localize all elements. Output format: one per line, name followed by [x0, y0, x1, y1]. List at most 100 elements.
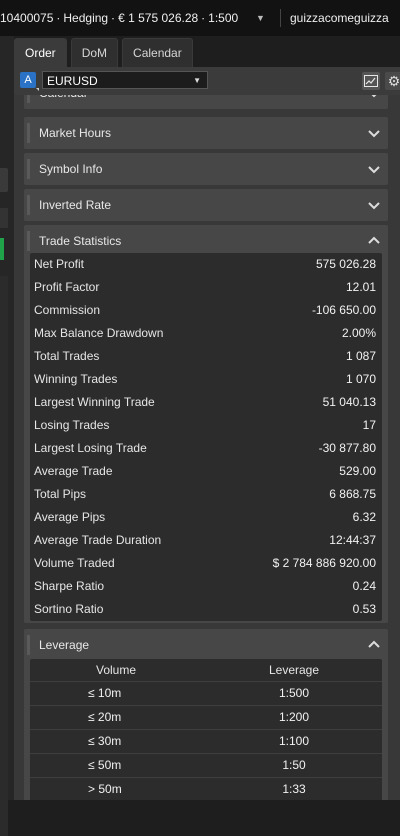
table-row: Average Trade Duration 12:44:37 [30, 529, 382, 552]
section-calendar[interactable]: Calendar [24, 95, 388, 109]
table-row: Commission -106 650.00 [30, 299, 382, 322]
stat-label: Average Trade Duration [34, 533, 162, 547]
section-leverage: Leverage Volume Leverage ≤ 10m 1:500 ≤ 20m… [24, 629, 388, 800]
section-grip [27, 123, 30, 143]
leverage-cell: 1:500 [278, 686, 310, 700]
section-market-hours[interactable]: Market Hours [24, 117, 388, 149]
leverage-cell: 1:100 [278, 734, 310, 748]
stat-value: 12:44:37 [329, 533, 376, 547]
stat-value: 6 868.75 [329, 487, 376, 501]
stat-label: Total Trades [34, 349, 100, 363]
divider [280, 9, 281, 27]
caret-down-icon: ▼ [193, 76, 201, 85]
stat-value: -106 650.00 [311, 303, 376, 317]
stat-label: Max Balance Drawdown [34, 326, 164, 340]
table-row: Net Profit 575 026.28 [30, 253, 382, 276]
chevron-down-icon[interactable] [368, 199, 380, 211]
table-row: ≤ 30m 1:100 [30, 729, 382, 753]
section-grip [27, 231, 30, 251]
stat-label: Volume Traded [34, 556, 115, 570]
chevron-up-icon[interactable] [368, 639, 380, 651]
stat-value: 51 040.13 [322, 395, 376, 409]
stat-value: 575 026.28 [315, 257, 376, 271]
table-row: Volume Traded $ 2 784 886 920.00 [30, 552, 382, 575]
chevron-down-icon[interactable] [368, 163, 380, 175]
left-panel-item [0, 208, 8, 228]
leverage-header-row: Volume Leverage [30, 659, 382, 681]
stat-label: Largest Losing Trade [34, 441, 147, 455]
table-row: Losing Trades 17 [30, 414, 382, 437]
stat-value: 6.32 [352, 510, 376, 524]
left-panel-body [0, 276, 8, 836]
section-grip [27, 195, 30, 215]
caret-down-icon[interactable]: ▼ [256, 0, 265, 36]
account-summary[interactable]: 10400075 ∙ Hedging ∙ € 1 575 026.28 ∙ 1:… [0, 0, 238, 36]
tab-calendar[interactable]: Calendar [122, 38, 193, 67]
section-inverted-rate[interactable]: Inverted Rate [24, 189, 388, 221]
leverage-cell: 1:200 [278, 710, 310, 724]
stat-label: Profit Factor [34, 280, 100, 294]
table-row: ≤ 20m 1:200 [30, 705, 382, 729]
symbol-name: EURUSD [47, 74, 98, 88]
section-symbol-info[interactable]: Symbol Info [24, 153, 388, 185]
tab-dom[interactable]: DoM [70, 38, 119, 67]
symbol-bar: A EURUSD ▼ ⚙ [14, 67, 400, 95]
left-panel-edge [0, 36, 14, 836]
column-header-volume: Volume [95, 663, 137, 677]
table-row: Winning Trades 1 070 [30, 368, 382, 391]
section-title: Calendar [39, 95, 88, 109]
table-row: Total Pips 6 868.75 [30, 483, 382, 506]
top-bar: 10400075 ∙ Hedging ∙ € 1 575 026.28 ∙ 1:… [0, 0, 400, 36]
left-panel-tab[interactable] [0, 168, 8, 192]
status-indicator [0, 238, 4, 260]
stat-label: Largest Winning Trade [34, 395, 155, 409]
table-row: Total Trades 1 087 [30, 345, 382, 368]
order-panel: A EURUSD ▼ ⚙ Calendar Market Hours [14, 67, 400, 800]
stat-label: Sortino Ratio [34, 602, 104, 616]
section-grip [27, 635, 30, 655]
leverage-table: Volume Leverage ≤ 10m 1:500 ≤ 20m 1:200 ≤ 30… [30, 659, 382, 800]
section-title[interactable]: Leverage [39, 629, 89, 661]
stat-label: Winning Trades [34, 372, 118, 386]
info-scroll-area[interactable]: Calendar Market Hours Symbol Info Invert… [14, 95, 400, 800]
stat-label: Net Profit [34, 257, 85, 271]
chart-edit-icon[interactable] [362, 72, 380, 90]
stat-label: Average Pips [34, 510, 106, 524]
table-row: Profit Factor 12.01 [30, 276, 382, 299]
section-grip [27, 159, 30, 179]
chevron-down-icon[interactable] [368, 127, 380, 139]
stat-value: 12.01 [345, 280, 376, 294]
table-row: ≤ 50m 1:50 [30, 753, 382, 777]
tab-bar: Order DoM Calendar [14, 38, 197, 68]
volume-cell: ≤ 50m [88, 758, 122, 772]
table-row: > 50m 1:33 [30, 777, 382, 800]
stat-label: Commission [34, 303, 101, 317]
stat-value: 1 087 [345, 349, 376, 363]
tab-order[interactable]: Order [14, 38, 67, 67]
symbol-select[interactable]: EURUSD ▼ [42, 71, 208, 89]
section-trade-statistics: Trade Statistics Net Profit 575 026.28 Pro… [24, 225, 388, 623]
stat-value: 17 [362, 418, 376, 432]
stat-value: 2.00% [341, 326, 376, 340]
volume-cell: ≤ 20m [88, 710, 122, 724]
volume-cell: > 50m [88, 782, 122, 796]
stat-label: Average Trade [34, 464, 113, 478]
table-row: ≤ 10m 1:500 [30, 681, 382, 705]
stat-value: 0.24 [352, 579, 376, 593]
volume-cell: ≤ 30m [88, 734, 122, 748]
section-title: Inverted Rate [39, 198, 112, 212]
stat-value: 529.00 [339, 464, 376, 478]
section-grip [27, 95, 30, 103]
column-header-leverage: Leverage [268, 663, 320, 677]
trade-statistics-table: Net Profit 575 026.28 Profit Factor 12.01 Co… [30, 253, 382, 621]
volume-cell: ≤ 10m [88, 686, 122, 700]
table-row: Largest Losing Trade -30 877.80 [30, 437, 382, 460]
table-row: Sharpe Ratio 0.24 [30, 575, 382, 598]
chevron-up-icon[interactable] [368, 235, 380, 247]
stat-value: -30 877.80 [318, 441, 376, 455]
stat-value: $ 2 784 886 920.00 [272, 556, 376, 570]
gear-icon[interactable]: ⚙ [385, 72, 400, 90]
chevron-down-icon[interactable] [368, 95, 380, 99]
symbol-badge[interactable]: A [20, 72, 39, 91]
username[interactable]: guizzacomeguizza [290, 0, 389, 36]
